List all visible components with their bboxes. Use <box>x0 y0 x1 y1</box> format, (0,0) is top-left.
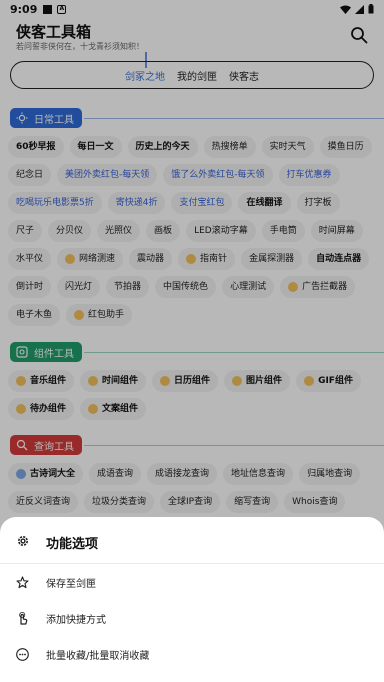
more-icon <box>16 647 29 661</box>
options-bottom-sheet: 功能选项 保存至剑匣 添加快捷方式 批量收藏/批量取消收藏 <box>0 517 384 682</box>
option-save-to-box[interactable]: 保存至剑匣 <box>0 565 384 599</box>
gear-icon <box>18 536 28 546</box>
option-label: 批量收藏/批量取消收藏 <box>46 650 150 662</box>
option-label: 保存至剑匣 <box>46 578 96 590</box>
option-add-shortcut[interactable]: 添加快捷方式 <box>0 601 384 635</box>
star-icon <box>16 575 29 588</box>
option-label: 添加快捷方式 <box>46 614 106 626</box>
sheet-title: 功能选项 <box>46 537 99 552</box>
option-batch-favorite[interactable]: 批量收藏/批量取消收藏 <box>0 637 384 671</box>
sheet-divider <box>0 563 384 564</box>
touch-icon <box>19 611 28 625</box>
